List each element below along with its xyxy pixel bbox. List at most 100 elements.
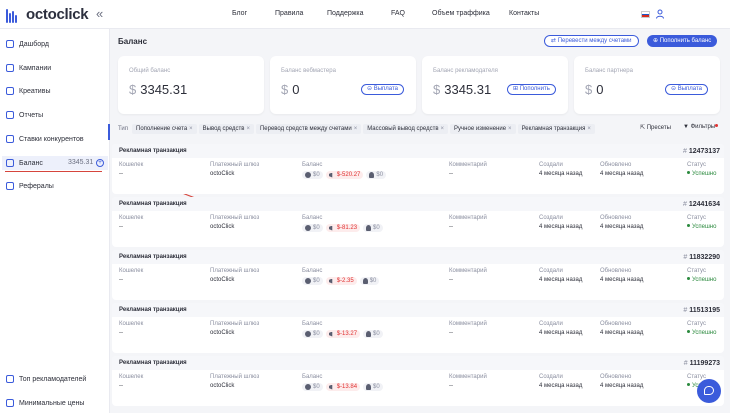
updated-label: Обновлено [600, 215, 632, 221]
comment-label: Комментарий [449, 215, 487, 221]
transaction-header: Рекламная транзакция #11832290 [112, 250, 724, 264]
transaction-card[interactable]: Рекламная транзакция #11513195 Кошелек -… [112, 303, 724, 353]
remove-chip-icon[interactable]: × [441, 126, 445, 132]
wallet-label: Кошелек [119, 215, 144, 221]
balance-breakdown: $0 $-2.35 $0 [302, 277, 382, 285]
status-dot [687, 277, 690, 280]
transaction-id: #11513195 [683, 307, 720, 314]
webmaster-balance-pill: $0 [302, 383, 323, 391]
card-advertiser-balance: Баланс рекламодателя $3345.31 ⊞ Пополнит… [422, 56, 568, 114]
megaphone-icon [328, 331, 333, 337]
filter-chip[interactable]: Пополнение счета × [132, 124, 197, 134]
status-dot [687, 383, 690, 386]
balance-breakdown: $0 $-520.27 $0 [302, 171, 389, 179]
status-label: Статус [687, 215, 706, 221]
transaction-header: Рекламная транзакция #12473137 [112, 144, 724, 158]
transaction-id-value: 11199273 [689, 360, 720, 367]
transaction-card[interactable]: Рекламная транзакция #12473137 Кошелек -… [112, 144, 724, 194]
status-badge: Успешно [687, 171, 716, 177]
status-badge: Успешно [687, 224, 716, 230]
transfer-between-accounts-button[interactable]: ⇄ Перевести между счетами [544, 35, 639, 47]
transfer-button-label: Перевести между счетами [557, 38, 632, 44]
topup-label: Пополнить [519, 86, 550, 92]
advertiser-topup-button[interactable]: ⊞ Пополнить [507, 84, 556, 95]
comment-value: -- [449, 224, 453, 230]
advertiser-balance-pill: $-13.84 [325, 383, 361, 391]
status-dot [687, 171, 690, 174]
wallet-value: -- [119, 330, 123, 336]
partner-icon [369, 172, 375, 178]
created-label: Создали [539, 215, 563, 221]
topup-button-label: Пополнить баланс [659, 38, 712, 44]
filter-chip[interactable]: Массовый вывод средств × [363, 124, 449, 134]
pill-value: $-13.27 [336, 331, 358, 337]
balance-label: Баланс [302, 162, 323, 168]
megaphone-icon [328, 225, 333, 231]
remove-chip-icon[interactable]: × [354, 126, 358, 132]
card-label: Баланс партнера [585, 68, 633, 74]
transaction-type: Рекламная транзакция [119, 360, 187, 366]
remove-chip-icon[interactable]: × [246, 126, 250, 132]
created-value: 4 месяца назад [539, 277, 583, 283]
filter-chip[interactable]: Рекламная транзакция × [517, 124, 595, 134]
created-label: Создали [539, 268, 563, 274]
created-label: Создали [539, 162, 563, 168]
pill-value: $-81.23 [336, 225, 358, 231]
card-total-balance: Общий баланс $3345.31 [118, 56, 264, 114]
topup-balance-button[interactable]: ⊕ Пополнить баланс [647, 35, 718, 47]
remove-chip-icon[interactable]: × [189, 126, 193, 132]
type-filter-bar: Тип Пополнение счета × Вывод средств × Пер… [118, 123, 724, 135]
globe-icon [305, 278, 311, 284]
status-label: Статус [687, 268, 706, 274]
transaction-id-value: 12441634 [688, 201, 720, 208]
webmaster-balance-pill: $0 [302, 277, 323, 285]
pill-value: $-13.84 [336, 384, 358, 390]
chip-label: Рекламная транзакция [521, 126, 586, 132]
filters-button[interactable]: ▼ Фильтры [683, 124, 719, 130]
gateway-value: octoClick [210, 224, 235, 230]
transaction-header: Рекламная транзакция #11513195 [112, 303, 724, 317]
megaphone-icon [328, 384, 333, 390]
webmaster-payout-button[interactable]: ⊝ Выплата [361, 84, 404, 95]
created-value: 4 месяца назад [539, 383, 583, 389]
transaction-card[interactable]: Рекламная транзакция #11199273 Кошелек -… [112, 356, 724, 406]
webmaster-balance-pill: $0 [302, 330, 323, 338]
transaction-header: Рекламная транзакция #12441634 [112, 197, 724, 211]
hash-icon: # [682, 201, 687, 208]
card-label: Баланс рекламодателя [433, 68, 498, 74]
transaction-type: Рекламная транзакция [119, 307, 187, 313]
filter-chip[interactable]: Ручное изменение × [450, 124, 516, 134]
megaphone-icon [328, 278, 333, 284]
filter-active-dot [715, 124, 719, 127]
currency-sign: $ [129, 82, 137, 97]
chat-button[interactable] [697, 379, 721, 403]
comment-value: -- [449, 383, 453, 389]
card-webmaster-balance: Баланс вебмастера $0 ⊝ Выплата [270, 56, 416, 114]
comment-label: Комментарий [449, 268, 487, 274]
remove-chip-icon[interactable]: × [508, 126, 512, 132]
partner-payout-button[interactable]: ⊝ Выплата [665, 84, 708, 95]
remove-chip-icon[interactable]: × [587, 126, 591, 132]
presets-button[interactable]: ⇱ Пресеты [640, 124, 671, 131]
card-value: $3345.31 [433, 82, 491, 97]
transaction-card[interactable]: Рекламная транзакция #11832290 Кошелек -… [112, 250, 724, 300]
card-label: Общий баланс [129, 68, 171, 74]
partner-balance-pill: $0 [363, 383, 383, 391]
status-value: Успешно [692, 330, 717, 336]
card-amount: 0 [596, 82, 604, 97]
filter-chip[interactable]: Перевод средств между счетами × [255, 124, 362, 134]
card-value: $0 [585, 82, 603, 97]
transaction-id: #11199273 [684, 360, 720, 367]
transaction-type: Рекламная транзакция [119, 148, 187, 154]
gateway-value: octoClick [210, 330, 235, 336]
updated-label: Обновлено [600, 162, 632, 168]
megaphone-icon [328, 172, 333, 178]
transaction-card[interactable]: Рекламная транзакция #12441634 Кошелек -… [112, 197, 724, 247]
filter-chip[interactable]: Вывод средств × [198, 124, 254, 134]
gateway-value: octoClick [210, 277, 235, 283]
pill-value: $0 [313, 172, 320, 178]
updated-label: Обновлено [600, 374, 632, 380]
comment-value: -- [449, 171, 453, 177]
pill-value: $0 [373, 331, 380, 337]
status-value: Успешно [692, 171, 717, 177]
